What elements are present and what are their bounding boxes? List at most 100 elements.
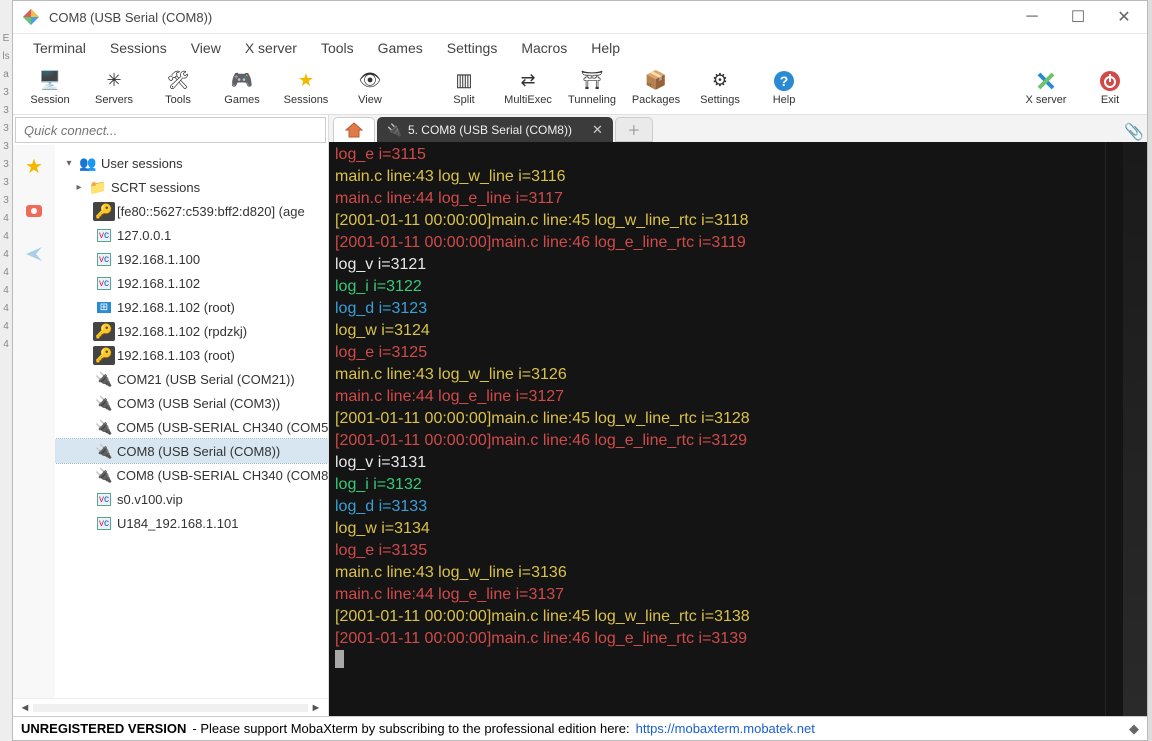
session-item[interactable]: 🔑[fe80::5627:c539:bff2:d820] (age: [55, 199, 328, 223]
tool-label: X server: [1026, 94, 1067, 106]
terminal-line: [2001-01-11 00:00:00]main.c line:45 log_…: [335, 210, 1099, 232]
session-item[interactable]: vc192.168.1.102: [55, 271, 328, 295]
sessions-tree[interactable]: ▾👥User sessions▸📁SCRT sessions🔑[fe80::56…: [55, 145, 328, 698]
home-tab[interactable]: [333, 117, 375, 142]
session-item[interactable]: 🔑192.168.1.103 (root): [55, 343, 328, 367]
tool-settings[interactable]: ⚙Settings: [693, 70, 747, 106]
session-item[interactable]: 🔌COM8 (USB Serial (COM8)): [55, 439, 328, 463]
tools-tab-icon[interactable]: [19, 195, 49, 225]
quick-connect-input[interactable]: [15, 117, 326, 143]
terminal-line: main.c line:43 log_w_line i=3136: [335, 562, 1099, 584]
session-label: 192.168.1.103 (root): [117, 348, 235, 363]
tool-multiexec[interactable]: ⇄MultiExec: [501, 70, 555, 106]
terminal-line: log_d i=3123: [335, 298, 1099, 320]
terminal[interactable]: log_e i=3115main.c line:43 log_w_line i=…: [329, 142, 1105, 716]
menu-games[interactable]: Games: [366, 36, 435, 60]
session-label: 127.0.0.1: [117, 228, 171, 243]
menu-help[interactable]: Help: [579, 36, 632, 60]
serial-icon: 🔌: [95, 443, 113, 459]
tree-root[interactable]: ▾👥User sessions: [55, 151, 328, 175]
tab-com8[interactable]: 🔌 5. COM8 (USB Serial (COM8)) ✕: [377, 117, 613, 142]
serial-icon: 🔌: [95, 395, 113, 411]
session-item[interactable]: 🔌COM5 (USB-SERIAL CH340 (COM5: [55, 415, 328, 439]
tool-xserver[interactable]: X server: [1019, 70, 1073, 106]
menu-sessions[interactable]: Sessions: [98, 36, 179, 60]
terminal-scrollbar[interactable]: [1105, 142, 1123, 716]
session-item[interactable]: vc192.168.1.100: [55, 247, 328, 271]
new-tab-button[interactable]: ＋: [615, 117, 653, 142]
terminal-line: log_d i=3133: [335, 496, 1099, 518]
titlebar[interactable]: COM8 (USB Serial (COM8)) ─ ☐ ✕: [13, 1, 1147, 34]
tool-session[interactable]: 🖥️Session: [23, 70, 77, 106]
tab-label: 5. COM8 (USB Serial (COM8)): [408, 123, 572, 137]
terminal-line: log_i i=3132: [335, 474, 1099, 496]
minimize-button[interactable]: ─: [1009, 1, 1055, 33]
close-button[interactable]: ✕: [1101, 1, 1147, 33]
home-icon: [345, 122, 363, 138]
main-area: 🔌 5. COM8 (USB Serial (COM8)) ✕ ＋ 📎 log_…: [329, 115, 1147, 716]
send-tab-icon[interactable]: [19, 239, 49, 269]
tool-label: Servers: [95, 94, 133, 106]
attachment-icon[interactable]: 📎: [1121, 122, 1147, 142]
terminal-line: [2001-01-11 00:00:00]main.c line:46 log_…: [335, 232, 1099, 254]
status-resize-grip-icon[interactable]: ◆: [1129, 721, 1139, 737]
tool-label: Sessions: [284, 94, 329, 106]
menu-terminal[interactable]: Terminal: [21, 36, 98, 60]
tool-split[interactable]: ▥Split: [437, 70, 491, 106]
tool-sessions[interactable]: ★ Sessions: [279, 70, 333, 106]
tool-help[interactable]: ?Help: [757, 70, 811, 106]
tree-folder-scrt[interactable]: ▸📁SCRT sessions: [55, 175, 328, 199]
tool-tunneling[interactable]: ⛩ Tunneling: [565, 70, 619, 106]
win-icon: ⊞: [95, 299, 113, 315]
tool-servers[interactable]: ✳Servers: [87, 70, 141, 106]
key-icon: 🔑: [95, 323, 113, 339]
split-icon: ▥: [453, 70, 475, 92]
session-item[interactable]: vcs0.v100.vip: [55, 487, 328, 511]
tree-horizontal-scrollbar[interactable]: ◄ ►: [13, 698, 328, 716]
menu-macros[interactable]: Macros: [509, 36, 579, 60]
terminal-line: [2001-01-11 00:00:00]main.c line:45 log_…: [335, 606, 1099, 628]
maximize-button[interactable]: ☐: [1055, 1, 1101, 33]
session-item[interactable]: vcU184_192.168.1.101: [55, 511, 328, 535]
session-item[interactable]: 🔌COM3 (USB Serial (COM3)): [55, 391, 328, 415]
tool-label: MultiExec: [504, 94, 552, 106]
tool-tools[interactable]: 🛠Tools: [151, 70, 205, 106]
app-icon: [21, 8, 41, 26]
session-item[interactable]: vc127.0.0.1: [55, 223, 328, 247]
terminal-line: log_w i=3124: [335, 320, 1099, 342]
session-label: 192.168.1.102: [117, 276, 200, 291]
session-item[interactable]: ⊞192.168.1.102 (root): [55, 295, 328, 319]
session-item[interactable]: 🔌COM8 (USB-SERIAL CH340 (COM8: [55, 463, 328, 487]
session-item[interactable]: 🔌COM21 (USB Serial (COM21)): [55, 367, 328, 391]
serial-icon: 🔌: [95, 419, 112, 435]
tool-view[interactable]: 👁View: [343, 70, 397, 106]
status-link[interactable]: https://mobaxterm.mobatek.net: [636, 721, 815, 736]
scroll-right-icon[interactable]: ►: [308, 702, 324, 714]
tool-label: Help: [773, 94, 796, 106]
menu-view[interactable]: View: [179, 36, 233, 60]
expand-icon[interactable]: ▸: [73, 182, 85, 193]
xserver-icon: [1035, 70, 1057, 92]
tab-close-icon[interactable]: ✕: [592, 122, 603, 138]
tool-games[interactable]: 🎮Games: [215, 70, 269, 106]
tool-packages[interactable]: 📦Packages: [629, 70, 683, 106]
menu-tools[interactable]: Tools: [309, 36, 366, 60]
scroll-track[interactable]: [33, 704, 308, 712]
session-label: 192.168.1.102 (rpdzkj): [117, 324, 247, 339]
serial-icon: 🔌: [387, 123, 402, 137]
tool-label: View: [358, 94, 382, 106]
terminal-line: log_w i=3134: [335, 518, 1099, 540]
menu-x server[interactable]: X server: [233, 36, 309, 60]
sessions-icon: ★: [295, 70, 317, 92]
tunneling-icon: ⛩: [581, 70, 603, 92]
background-window-sliver: [1123, 142, 1147, 716]
collapse-icon[interactable]: ▾: [63, 158, 75, 169]
terminal-line: [2001-01-11 00:00:00]main.c line:46 log_…: [335, 628, 1099, 650]
favorites-tab-icon[interactable]: ★: [19, 151, 49, 181]
node-label: SCRT sessions: [111, 180, 200, 195]
menu-settings[interactable]: Settings: [435, 36, 510, 60]
session-item[interactable]: 🔑 192.168.1.102 (rpdzkj): [55, 319, 328, 343]
tool-exit[interactable]: Exit: [1083, 70, 1137, 106]
tool-label: Tunneling: [568, 94, 616, 106]
scroll-left-icon[interactable]: ◄: [17, 702, 33, 714]
